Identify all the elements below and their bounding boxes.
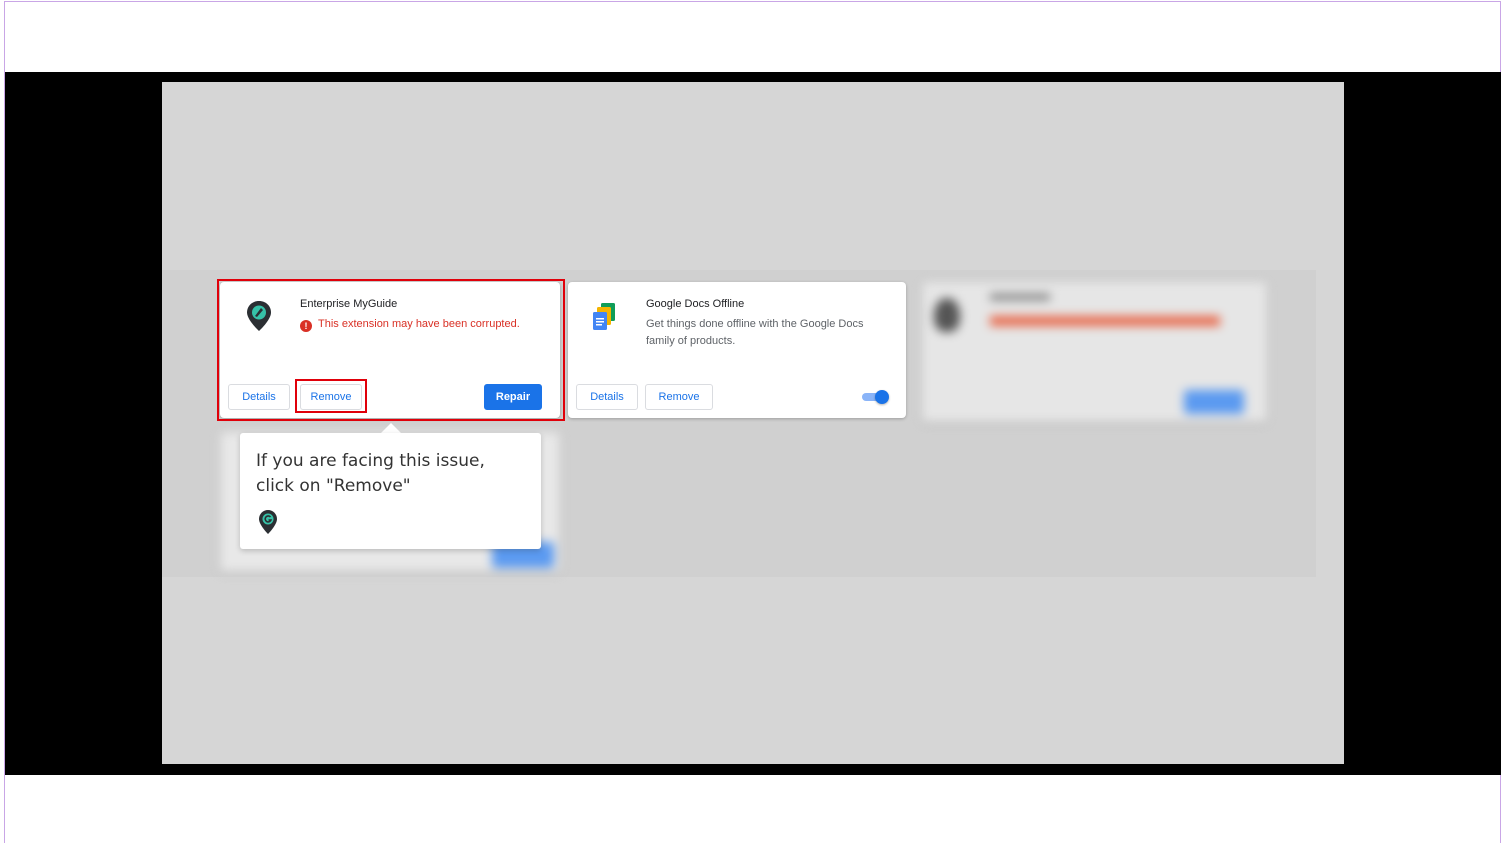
details-button[interactable]: Details <box>228 384 290 410</box>
extension-card-myguide: Enterprise MyGuide ! This extension may h… <box>220 282 560 418</box>
extensions-screen: Enterprise MyGuide ! This extension may h… <box>162 82 1344 764</box>
remove-button[interactable]: Remove <box>300 384 362 410</box>
remove-button[interactable]: Remove <box>645 384 713 410</box>
tooltip-pointer <box>381 423 401 433</box>
error-text: This extension may have been corrupted. <box>318 318 520 330</box>
extension-card-google-docs: Google Docs Offline Get things done offl… <box>568 282 906 418</box>
error-icon: ! <box>300 320 312 332</box>
extension-title: Google Docs Offline <box>646 298 745 310</box>
error-message: ! This extension may have been corrupted. <box>300 316 520 333</box>
myguide-logo-icon <box>258 509 278 540</box>
details-button[interactable]: Details <box>576 384 638 410</box>
enable-toggle[interactable] <box>862 390 889 404</box>
repair-button[interactable]: Repair <box>484 384 542 410</box>
google-docs-icon <box>590 302 620 337</box>
guide-tooltip: If you are facing this issue, click on "… <box>240 433 541 549</box>
tooltip-text: If you are facing this issue, click on "… <box>256 451 485 496</box>
myguide-logo-icon <box>246 300 272 337</box>
extension-title: Enterprise MyGuide <box>300 298 398 310</box>
blurred-extension-card <box>922 282 1267 422</box>
extension-description: Get things done offline with the Google … <box>646 318 864 347</box>
toggle-knob <box>875 390 889 404</box>
